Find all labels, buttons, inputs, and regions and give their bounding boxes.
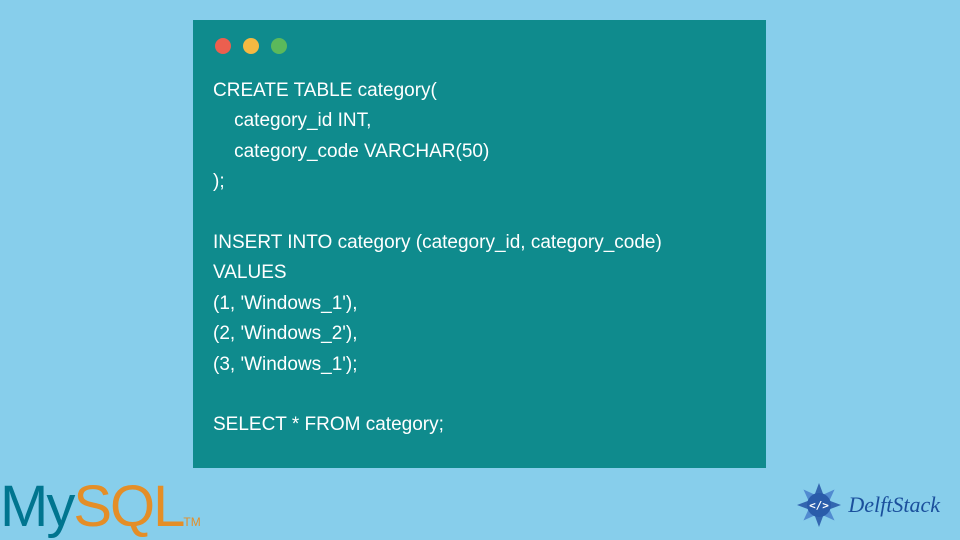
minimize-dot-icon bbox=[243, 38, 259, 54]
traffic-lights bbox=[213, 38, 746, 54]
code-block: CREATE TABLE category( category_id INT, … bbox=[213, 76, 746, 441]
svg-text:</>: </> bbox=[809, 499, 829, 512]
mysql-logo-my: My bbox=[0, 474, 73, 539]
code-window: CREATE TABLE category( category_id INT, … bbox=[193, 20, 766, 468]
maximize-dot-icon bbox=[271, 38, 287, 54]
delftstack-text: DelftStack bbox=[848, 492, 940, 518]
delftstack-icon: </> bbox=[794, 480, 844, 530]
delftstack-logo: </> DelftStack bbox=[794, 480, 940, 530]
mysql-logo: MySQLTM bbox=[0, 473, 201, 540]
mysql-logo-tm: TM bbox=[183, 515, 200, 529]
mysql-logo-sql: SQL bbox=[73, 474, 183, 539]
close-dot-icon bbox=[215, 38, 231, 54]
